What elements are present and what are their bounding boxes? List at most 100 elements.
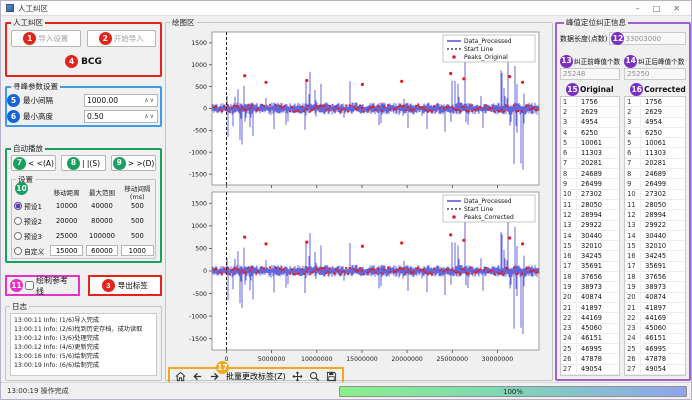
peak-row[interactable]: 2546995 (561, 344, 619, 354)
peak-row[interactable]: 2446151 (625, 334, 685, 344)
peak-row[interactable]: 1532010 (625, 241, 685, 251)
peak-row[interactable]: 1027302 (625, 190, 685, 200)
data-length-value: 33003000 (625, 35, 661, 43)
peak-row[interactable]: 1128050 (561, 200, 619, 210)
export-labels-button[interactable]: 3 导出标签 (88, 275, 162, 296)
peak-row[interactable]: 11756 (561, 97, 619, 107)
preset-radio-input-2[interactable] (14, 217, 22, 225)
som-mark-7: 7 (13, 157, 26, 170)
preset-radio-2[interactable]: 预设2 (12, 216, 49, 226)
peak-row[interactable]: 11756 (625, 97, 685, 107)
peak-row[interactable]: 22629 (561, 107, 619, 117)
peak-row[interactable]: 1329922 (561, 221, 619, 231)
peak-row[interactable]: 2345060 (561, 324, 619, 334)
peak-row[interactable]: 1027302 (561, 190, 619, 200)
peak-row[interactable]: 926499 (561, 179, 619, 189)
log-entry: 13:00:12 Info: (3/6)处理完成 (14, 334, 153, 343)
start-import-button[interactable]: 2 开始导入 (87, 30, 157, 47)
peak-row[interactable]: 510061 (625, 138, 685, 148)
peak-row[interactable]: 611303 (625, 148, 685, 158)
preset-radio-4[interactable]: 自定义 (12, 246, 49, 256)
peak-row[interactable]: 1837656 (625, 272, 685, 282)
peak-row[interactable]: 720281 (625, 159, 685, 169)
preset-radio-3[interactable]: 预设3 (12, 231, 49, 241)
peak-row[interactable]: 22629 (625, 107, 685, 117)
spinner-arrows-icon[interactable]: ∧∨ (144, 113, 155, 120)
peak-row[interactable]: 34954 (561, 118, 619, 128)
peak-row[interactable]: 1634245 (625, 251, 685, 261)
peak-row[interactable]: 824689 (561, 169, 619, 179)
peak-row[interactable]: 2546995 (625, 344, 685, 354)
peak-row[interactable]: 2141897 (625, 303, 685, 313)
corrected-peaks-table[interactable]: 1175622629349544625051006161130372028182… (624, 96, 686, 376)
original-peaks-table[interactable]: 1175622629349544625051006161130372028182… (560, 96, 620, 376)
plot-canvas-top[interactable]: -1500-1000-500050010001500Data_Processed… (166, 28, 552, 188)
plot-canvas-bottom[interactable]: -1500-1000-50005001000150005000000100000… (166, 188, 552, 366)
home-icon[interactable] (175, 371, 186, 382)
peak-row[interactable]: 1938973 (625, 282, 685, 292)
import-settings-button[interactable]: 1 导入设置 (11, 30, 81, 47)
preset-radio-input-4[interactable] (14, 247, 22, 255)
peak-row[interactable]: 2244169 (625, 313, 685, 323)
zoom-icon[interactable] (309, 371, 320, 382)
preset-value: 100000 (84, 232, 119, 240)
back-icon[interactable] (192, 371, 203, 382)
custom-value-input[interactable] (121, 245, 154, 256)
min-interval-spinbox[interactable]: 1000.00 ∧∨ (84, 94, 158, 107)
peak-row[interactable]: 46250 (625, 128, 685, 138)
peak-row[interactable]: 2749054 (561, 365, 619, 375)
pan-icon[interactable] (292, 371, 303, 382)
peak-row[interactable]: 1735691 (561, 262, 619, 272)
peak-row[interactable]: 1634245 (561, 251, 619, 261)
peak-row[interactable]: 34954 (625, 118, 685, 128)
peak-row[interactable]: 1430440 (561, 231, 619, 241)
log-list[interactable]: 13:00:11 Info: (1/6)导入完成13:00:11 Info: (… (10, 313, 157, 376)
step-forward-button[interactable]: 9 > >(D) (111, 155, 156, 171)
close-button[interactable]: ✕ (673, 4, 680, 13)
peak-row[interactable]: 926499 (625, 179, 685, 189)
peak-row[interactable]: 1128050 (625, 200, 685, 210)
spinner-arrows-icon[interactable]: ∧∨ (144, 97, 155, 104)
peak-row[interactable]: 1228994 (625, 210, 685, 220)
custom-value-input[interactable] (86, 245, 119, 256)
pause-button[interactable]: 8 | |(S) (61, 155, 106, 171)
peak-row[interactable]: 46250 (561, 128, 619, 138)
peak-row[interactable]: 1430440 (625, 231, 685, 241)
peak-row[interactable]: 2647878 (561, 354, 619, 364)
before-count-label: 纠正前峰值个数 (574, 56, 620, 66)
maximize-button[interactable]: □ (653, 4, 661, 13)
min-height-spinbox[interactable]: 0.50 ∧∨ (84, 110, 158, 123)
peak-row[interactable]: 2446151 (561, 334, 619, 344)
reference-line-checkbox-box[interactable]: 11 绘制参考线 (5, 275, 80, 296)
batch-edit-labels-button[interactable]: 批量更改标签(Z) (226, 371, 286, 382)
peak-row[interactable]: 1735691 (625, 262, 685, 272)
peak-row[interactable]: 2244169 (561, 313, 619, 323)
svg-text:Data_Processed: Data_Processed (464, 38, 512, 45)
peak-row[interactable]: 1532010 (561, 241, 619, 251)
peak-row[interactable]: 2040874 (625, 293, 685, 303)
peak-row[interactable]: 611303 (561, 148, 619, 158)
preset-radio-1[interactable]: 预设1 (12, 201, 49, 211)
svg-text:10000000: 10000000 (301, 356, 333, 363)
peak-row[interactable]: 2141897 (561, 303, 619, 313)
peak-row[interactable]: 2040874 (561, 293, 619, 303)
peak-row[interactable]: 1938973 (561, 282, 619, 292)
custom-value-input[interactable] (50, 245, 83, 256)
reference-line-checkbox[interactable] (25, 281, 34, 290)
peak-row[interactable]: 510061 (561, 138, 619, 148)
peak-row[interactable]: 1329922 (625, 221, 685, 231)
preset-radio-input-1[interactable] (14, 202, 22, 210)
peak-row[interactable]: 1228994 (561, 210, 619, 220)
peak-row[interactable]: 1837656 (561, 272, 619, 282)
preset-radio-input-3[interactable] (14, 232, 22, 240)
peak-row[interactable]: 2345060 (625, 324, 685, 334)
peak-row[interactable]: 824689 (625, 169, 685, 179)
peak-row[interactable]: 720281 (561, 159, 619, 169)
save-icon[interactable] (326, 371, 337, 382)
peak-row[interactable]: 2647878 (625, 354, 685, 364)
minimize-button[interactable]: – (636, 4, 640, 13)
som-mark-3: 3 (102, 279, 115, 292)
peak-row[interactable]: 2749054 (625, 365, 685, 375)
manual-correction-group: 人工纠区 1 导入设置 2 开始导入 4 BCG (5, 17, 162, 77)
step-back-button[interactable]: 7 < <(A) (11, 155, 56, 171)
